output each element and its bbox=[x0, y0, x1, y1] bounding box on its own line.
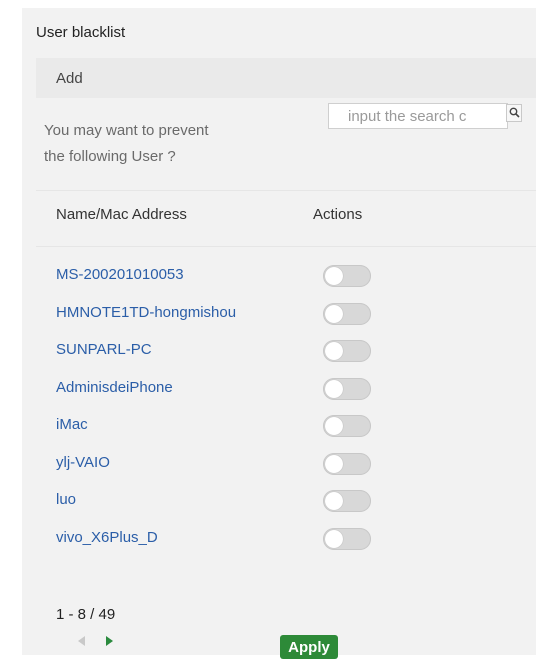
pager-range: 1 - 8 / 49 bbox=[56, 606, 116, 623]
blacklist-toggle[interactable] bbox=[323, 340, 371, 362]
device-name-link[interactable]: ylj-VAIO bbox=[56, 454, 110, 471]
table-row: AdminisdeiPhone bbox=[36, 371, 536, 405]
blacklist-toggle[interactable] bbox=[323, 415, 371, 437]
search-icon[interactable] bbox=[506, 104, 522, 122]
toggle-knob bbox=[325, 454, 343, 473]
toggle-knob bbox=[325, 492, 343, 510]
chevron-right-icon[interactable] bbox=[106, 636, 113, 646]
page-title: User blacklist bbox=[36, 24, 126, 41]
device-name-link[interactable]: vivo_X6Plus_D bbox=[56, 529, 158, 546]
table-row: luo bbox=[36, 483, 536, 517]
device-name-link[interactable]: iMac bbox=[56, 416, 88, 433]
toggle-knob bbox=[325, 304, 343, 323]
device-name-link[interactable]: AdminisdeiPhone bbox=[56, 379, 173, 396]
add-button[interactable]: Add bbox=[56, 70, 83, 87]
table-row: SUNPARL-PC bbox=[36, 333, 536, 367]
device-name-link[interactable]: HMNOTE1TD-hongmishou bbox=[56, 304, 236, 321]
apply-button[interactable]: Apply bbox=[280, 635, 338, 659]
blacklist-toggle[interactable] bbox=[323, 452, 371, 475]
chevron-left-icon[interactable] bbox=[78, 636, 85, 646]
divider bbox=[36, 246, 536, 247]
blacklist-toggle[interactable] bbox=[323, 302, 371, 325]
add-bar[interactable]: Add bbox=[36, 58, 536, 98]
toggle-knob bbox=[325, 417, 343, 435]
column-header-actions: Actions bbox=[313, 206, 363, 223]
device-name-link[interactable]: SUNPARL-PC bbox=[56, 341, 152, 358]
table-row: iMac bbox=[36, 408, 536, 442]
toggle-knob bbox=[325, 379, 343, 398]
prompt-line-2: the following User ? bbox=[44, 148, 176, 165]
blacklist-toggle[interactable] bbox=[323, 527, 371, 550]
device-name-link[interactable]: luo bbox=[56, 491, 76, 508]
table-row: HMNOTE1TD-hongmishou bbox=[36, 296, 536, 330]
blacklist-toggle[interactable] bbox=[323, 490, 371, 512]
column-header-name: Name/Mac Address bbox=[56, 206, 187, 223]
blacklist-panel: User blacklist Add You may want to preve… bbox=[22, 8, 536, 659]
table-row: ylj-VAIO bbox=[36, 446, 536, 480]
prompt-text: You may want to prevent the following Us… bbox=[44, 118, 304, 170]
search-box[interactable] bbox=[328, 103, 508, 129]
blacklist-toggle[interactable] bbox=[323, 265, 371, 287]
toggle-knob bbox=[325, 342, 343, 360]
prompt-line-1: You may want to prevent bbox=[44, 122, 209, 139]
toggle-knob bbox=[325, 267, 343, 285]
table-row: MS-200201010053 bbox=[36, 258, 536, 292]
search-input[interactable] bbox=[344, 106, 507, 126]
device-name-link[interactable]: MS-200201010053 bbox=[56, 266, 184, 283]
blacklist-toggle[interactable] bbox=[323, 377, 371, 400]
toggle-knob bbox=[325, 529, 343, 548]
table-row: vivo_X6Plus_D bbox=[36, 521, 536, 555]
divider bbox=[36, 190, 536, 191]
